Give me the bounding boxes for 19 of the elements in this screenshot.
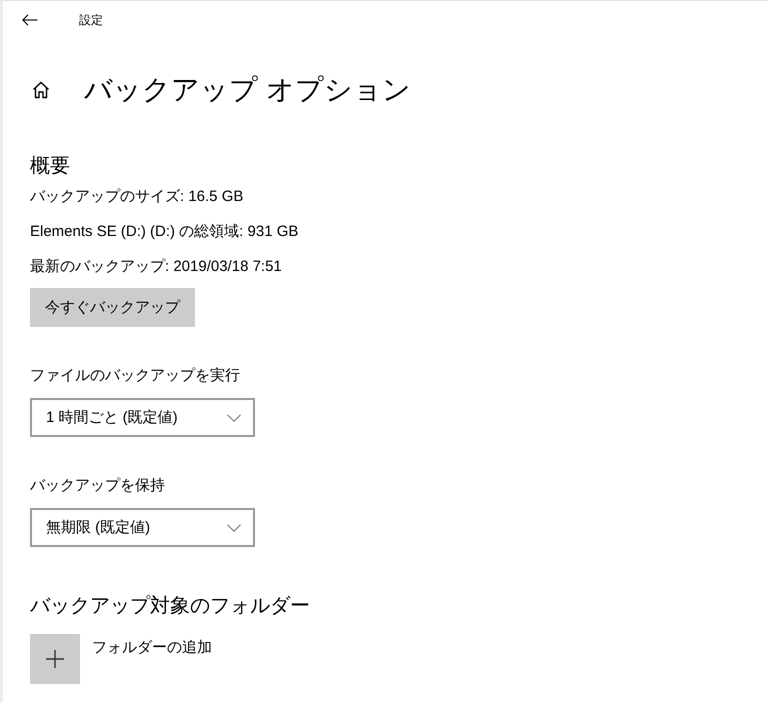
info-text: 最新のバックアップ: 2019/03/18 7:51	[30, 257, 282, 277]
plus-icon	[30, 634, 80, 684]
add-folder-button[interactable]: フォルダーの追加	[30, 634, 212, 684]
setting-label: バックアップを保持	[30, 476, 165, 496]
home-icon	[32, 81, 50, 99]
dropdown[interactable]: 無期限 (既定値)	[30, 508, 255, 547]
chevron-down-icon	[227, 524, 241, 532]
dropdown[interactable]: 1 時間ごと (既定値)	[30, 398, 255, 437]
page-title: バックアップ オプション	[84, 73, 411, 107]
section-heading: 概要	[30, 154, 70, 179]
info-text: Elements SE (D:) (D:) の総領域: 931 GB	[30, 222, 298, 242]
back-arrow-icon	[22, 14, 38, 26]
app-title: 設定	[79, 12, 103, 28]
setting-label: ファイルのバックアップを実行	[30, 366, 240, 386]
section-heading: バックアップ対象のフォルダー	[30, 594, 310, 619]
back-button[interactable]	[22, 14, 38, 26]
info-text: バックアップのサイズ: 16.5 GB	[30, 187, 244, 207]
chevron-down-icon	[227, 414, 241, 422]
backup-now-button[interactable]: 今すぐバックアップ	[30, 288, 195, 327]
